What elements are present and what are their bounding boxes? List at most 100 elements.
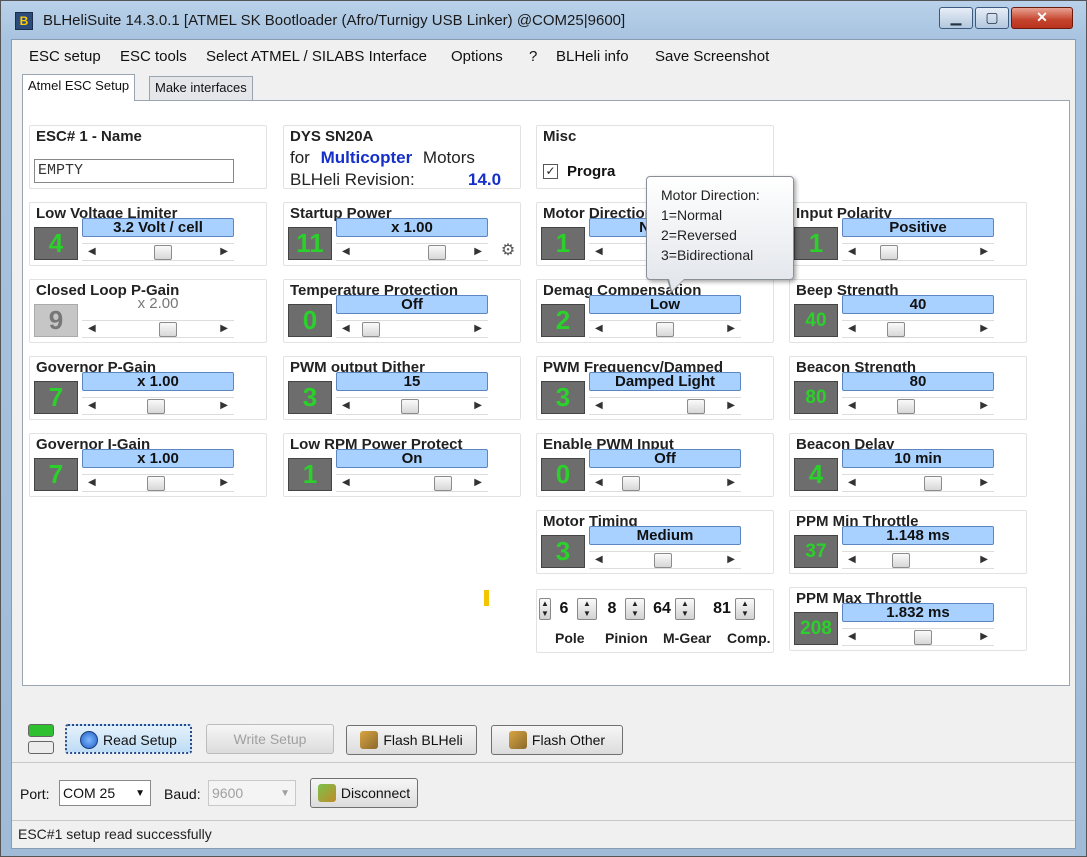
close-button[interactable]: ✕ [1011, 7, 1073, 29]
slider-left-arrow-icon[interactable]: ◀ [342, 477, 350, 488]
slider-right-arrow-icon[interactable]: ▶ [220, 323, 228, 334]
slider-thumb[interactable] [427, 245, 446, 260]
pole-stepper-icon[interactable]: ▲ ▼ [539, 598, 551, 620]
slider-right-arrow-icon[interactable]: ▶ [474, 400, 482, 411]
slider-thumb[interactable] [621, 476, 640, 491]
slider-left-arrow-icon[interactable]: ◀ [848, 323, 856, 334]
minimize-button[interactable]: ▁ [939, 7, 973, 29]
slider-thumb[interactable] [361, 322, 380, 337]
pinion-stepper-icon[interactable]: ▲ ▼ [625, 598, 645, 620]
param-slider[interactable]: ◀▶ [589, 551, 741, 569]
slider-left-arrow-icon[interactable]: ◀ [595, 400, 603, 411]
slider-left-arrow-icon[interactable]: ◀ [342, 400, 350, 411]
tab-make-interfaces[interactable]: Make interfaces [149, 76, 253, 100]
chevron-down-icon[interactable]: ▼ [135, 782, 145, 806]
menu-select-interface[interactable]: Select ATMEL / SILABS Interface [206, 48, 427, 65]
slider-left-arrow-icon[interactable]: ◀ [595, 246, 603, 257]
slider-right-arrow-icon[interactable]: ▶ [727, 477, 735, 488]
slider-left-arrow-icon[interactable]: ◀ [595, 477, 603, 488]
tab-atmel-esc-setup[interactable]: Atmel ESC Setup [22, 74, 136, 101]
param-slider[interactable]: ◀▶ [842, 320, 994, 338]
slider-thumb[interactable] [923, 476, 942, 491]
param-slider[interactable]: ◀▶ [589, 320, 741, 338]
slider-left-arrow-icon[interactable]: ◀ [848, 554, 856, 565]
param-slider[interactable]: ◀▶ [589, 474, 741, 492]
slider-left-arrow-icon[interactable]: ◀ [595, 554, 603, 565]
param-slider[interactable]: ◀▶ [842, 397, 994, 415]
slider-left-arrow-icon[interactable]: ◀ [342, 323, 350, 334]
slider-thumb[interactable] [434, 476, 453, 491]
slider-right-arrow-icon[interactable]: ▶ [220, 477, 228, 488]
slider-left-arrow-icon[interactable]: ◀ [848, 477, 856, 488]
flash-blheli-button[interactable]: Flash BLHeli [346, 725, 477, 755]
slider-right-arrow-icon[interactable]: ▶ [727, 323, 735, 334]
slider-thumb[interactable] [892, 553, 911, 568]
slider-right-arrow-icon[interactable]: ▶ [980, 400, 988, 411]
slider-left-arrow-icon[interactable]: ◀ [88, 323, 96, 334]
slider-right-arrow-icon[interactable]: ▶ [980, 246, 988, 257]
flash-other-button[interactable]: Flash Other [491, 725, 623, 755]
param-slider[interactable]: ◀▶ [842, 474, 994, 492]
comp-stepper-icon[interactable]: ▲ ▼ [735, 598, 755, 620]
disconnect-button[interactable]: Disconnect [310, 778, 418, 808]
slider-right-arrow-icon[interactable]: ▶ [220, 400, 228, 411]
param-slider[interactable]: ◀▶ [842, 243, 994, 261]
param-slider[interactable]: ◀▶ [82, 474, 234, 492]
param-slider[interactable]: ◀▶ [336, 397, 488, 415]
param-slider[interactable]: ◀▶ [842, 551, 994, 569]
slider-right-arrow-icon[interactable]: ▶ [474, 323, 482, 334]
menu-options[interactable]: Options [451, 48, 503, 65]
menu-esc-setup[interactable]: ESC setup [29, 48, 101, 65]
chevron-down-icon[interactable]: ▼ [280, 782, 290, 806]
slider-thumb[interactable] [656, 322, 674, 337]
slider-left-arrow-icon[interactable]: ◀ [848, 400, 856, 411]
param-slider[interactable]: ◀▶ [82, 320, 234, 338]
slider-right-arrow-icon[interactable]: ▶ [980, 554, 988, 565]
slider-thumb[interactable] [879, 245, 898, 260]
slider-left-arrow-icon[interactable]: ◀ [88, 477, 96, 488]
esc-name-input[interactable]: EMPTY [34, 159, 234, 183]
slider-thumb[interactable] [654, 553, 673, 568]
pole-stepper-icon[interactable]: ▲ ▼ [577, 598, 597, 620]
param-slider[interactable]: ◀▶ [336, 320, 488, 338]
slider-right-arrow-icon[interactable]: ▶ [474, 246, 482, 257]
slider-thumb[interactable] [153, 245, 172, 260]
write-setup-button[interactable]: Write Setup [206, 724, 334, 754]
mgear-stepper-icon[interactable]: ▲ ▼ [675, 598, 695, 620]
slider-thumb[interactable] [147, 476, 166, 491]
slider-right-arrow-icon[interactable]: ▶ [727, 554, 735, 565]
lock-icon[interactable]: ⚙ [498, 241, 518, 261]
baud-select[interactable]: 9600 ▼ [208, 780, 296, 806]
slider-thumb[interactable] [887, 322, 906, 337]
program-checkbox[interactable]: ✓ [543, 164, 558, 179]
slider-thumb[interactable] [897, 399, 916, 414]
slider-thumb[interactable] [401, 399, 420, 414]
param-slider[interactable]: ◀▶ [336, 474, 488, 492]
param-slider[interactable]: ◀▶ [842, 628, 994, 646]
menu-help[interactable]: ? [529, 48, 537, 65]
slider-left-arrow-icon[interactable]: ◀ [88, 400, 96, 411]
menu-save-screenshot[interactable]: Save Screenshot [655, 48, 769, 65]
slider-thumb[interactable] [147, 399, 166, 414]
menu-esc-tools[interactable]: ESC tools [120, 48, 187, 65]
slider-right-arrow-icon[interactable]: ▶ [980, 323, 988, 334]
slider-thumb[interactable] [687, 399, 706, 414]
slider-left-arrow-icon[interactable]: ◀ [848, 246, 856, 257]
slider-right-arrow-icon[interactable]: ▶ [980, 631, 988, 642]
menu-blheli-info[interactable]: BLHeli info [556, 48, 629, 65]
param-slider[interactable]: ◀▶ [589, 397, 741, 415]
slider-right-arrow-icon[interactable]: ▶ [980, 477, 988, 488]
param-slider[interactable]: ◀▶ [82, 243, 234, 261]
port-select[interactable]: COM 25 ▼ [59, 780, 151, 806]
slider-left-arrow-icon[interactable]: ◀ [88, 246, 96, 257]
maximize-button[interactable]: ▢ [975, 7, 1009, 29]
slider-right-arrow-icon[interactable]: ▶ [727, 400, 735, 411]
slider-left-arrow-icon[interactable]: ◀ [342, 246, 350, 257]
slider-thumb[interactable] [913, 630, 932, 645]
slider-left-arrow-icon[interactable]: ◀ [595, 323, 603, 334]
param-slider[interactable]: ◀▶ [336, 243, 488, 261]
param-slider[interactable]: ◀▶ [82, 397, 234, 415]
read-setup-button[interactable]: Read Setup [65, 724, 192, 754]
slider-left-arrow-icon[interactable]: ◀ [848, 631, 856, 642]
slider-thumb[interactable] [158, 322, 177, 337]
